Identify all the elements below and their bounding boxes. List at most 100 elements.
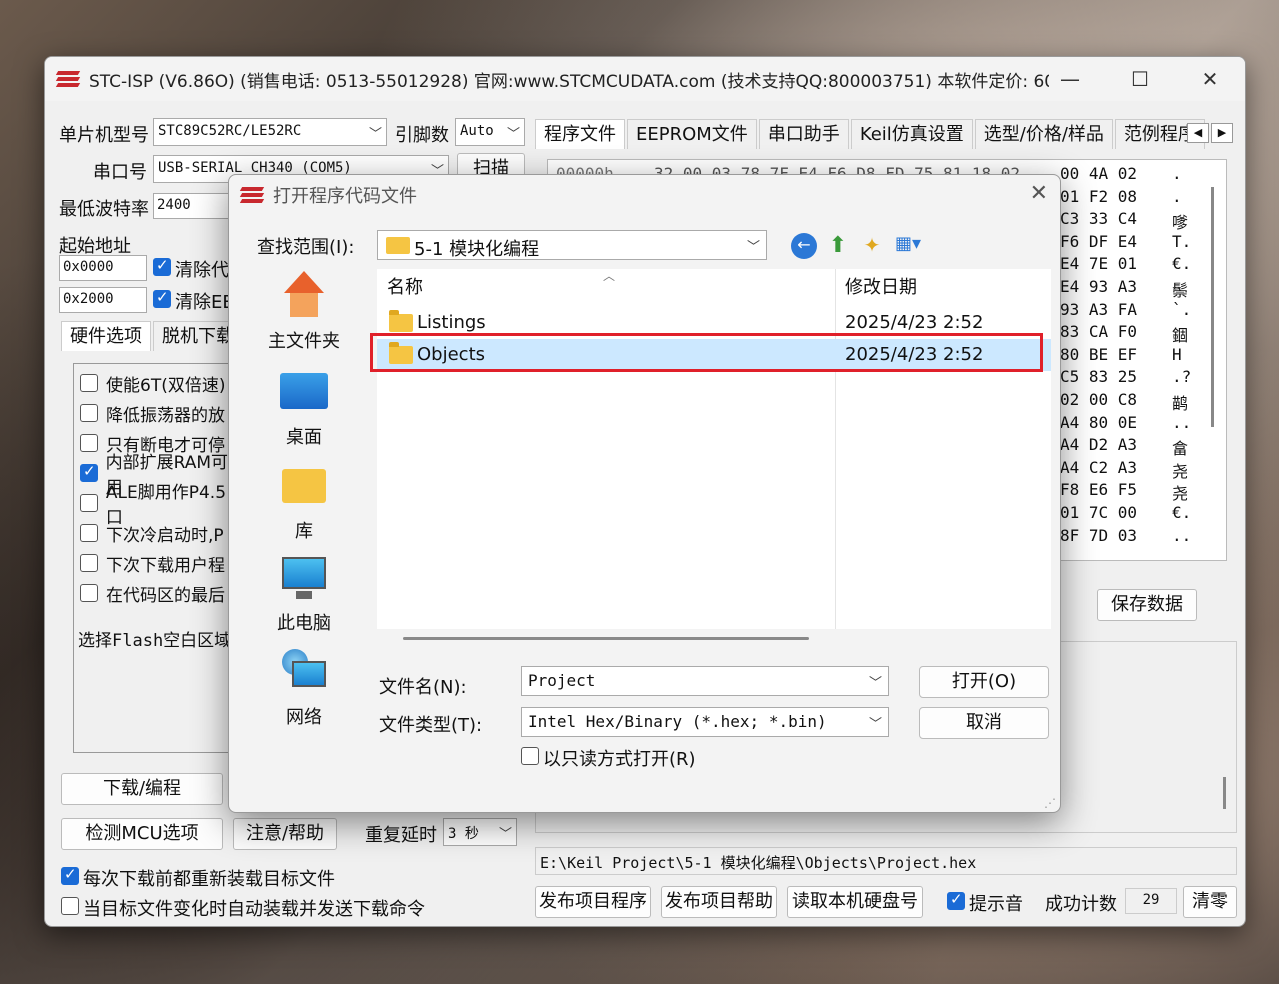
- hex-row-ascii: 鹋: [1172, 394, 1189, 413]
- option-label: 使能6T(双倍速): [106, 375, 226, 396]
- option-checkbox[interactable]: [80, 554, 98, 572]
- option-row[interactable]: 使能6T(双倍速): [80, 370, 225, 396]
- dialog-title: 打开程序代码文件: [273, 186, 417, 207]
- clear-code-checkbox[interactable]: [153, 256, 171, 276]
- clear-count-button[interactable]: 清零: [1183, 886, 1237, 918]
- pins-value: Auto: [460, 123, 494, 139]
- option-checkbox[interactable]: [80, 494, 98, 512]
- option-row[interactable]: 降低振荡器的放: [80, 400, 225, 426]
- filename-label: 文件名(N):: [379, 677, 467, 698]
- save-data-button[interactable]: 保存数据: [1097, 589, 1197, 621]
- hex-row-bytes: E4 7E 01: [1060, 254, 1138, 274]
- option-checkbox[interactable]: [80, 462, 98, 482]
- hex-row-bytes: A4 C2 A3: [1060, 457, 1138, 477]
- option-checkbox[interactable]: [80, 404, 98, 422]
- column-name[interactable]: 名称: [387, 269, 423, 307]
- look-in-select[interactable]: 5-1 模块化编程 ﹀: [377, 230, 767, 260]
- option-checkbox[interactable]: [80, 434, 98, 452]
- mcu-type-label: 单片机型号: [59, 125, 149, 146]
- hex-row-ascii: 尧: [1172, 484, 1189, 504]
- place-label: 此电脑: [277, 613, 331, 634]
- tab-selection-price[interactable]: 选型/价格/样品: [974, 119, 1113, 149]
- option-checkbox[interactable]: [80, 584, 98, 602]
- network-icon: [278, 647, 330, 699]
- place-this-pc[interactable]: 此电脑: [249, 553, 359, 635]
- option-label: 下次冷启动时,P: [106, 525, 224, 546]
- download-program-button[interactable]: 下载/编程: [61, 773, 223, 805]
- tab-scroll-left-icon[interactable]: ◀: [1187, 123, 1209, 143]
- tab-scroll-right-icon[interactable]: ▶: [1211, 123, 1233, 143]
- option-row[interactable]: ALE脚用作P4.5口: [80, 483, 242, 528]
- hex-row-ascii: ..: [1172, 525, 1192, 545]
- back-icon[interactable]: ←: [791, 233, 817, 259]
- tab-hardware-options[interactable]: 硬件选项: [61, 321, 151, 351]
- look-in-label: 查找范围(I):: [257, 237, 355, 258]
- folder-icon: [389, 310, 413, 332]
- place-network[interactable]: 网络: [249, 647, 359, 729]
- tab-keil-settings[interactable]: Keil仿真设置: [850, 119, 973, 149]
- repeat-delay-value: 3 秒: [448, 826, 479, 842]
- reload-each-checkbox[interactable]: [61, 865, 79, 885]
- close-icon[interactable]: ✕: [1175, 57, 1245, 101]
- option-checkbox[interactable]: [80, 524, 98, 542]
- place-desktop[interactable]: 桌面: [249, 367, 359, 449]
- open-button[interactable]: 打开(O): [919, 666, 1049, 698]
- hex-row-ascii: €.: [1172, 503, 1192, 522]
- stc-logo-icon: [55, 69, 81, 89]
- detect-mcu-button[interactable]: 检测MCU选项: [61, 818, 223, 850]
- notice-help-button[interactable]: 注意/帮助: [233, 818, 337, 850]
- chevron-down-icon: ﹀: [368, 127, 382, 142]
- stc-logo-icon: [239, 185, 265, 205]
- file-list-scrollbar[interactable]: [403, 637, 809, 640]
- option-row[interactable]: 在代码区的最后: [80, 580, 225, 606]
- maximize-icon[interactable]: ☐: [1105, 57, 1175, 101]
- repeat-delay-select[interactable]: 3 秒 ﹀: [443, 818, 517, 846]
- view-menu-icon[interactable]: ▦▾: [895, 233, 935, 259]
- hex-row-bytes: 8F 7D 03: [1060, 525, 1138, 545]
- publish-help-button[interactable]: 发布项目帮助: [661, 886, 777, 918]
- resize-grip-icon[interactable]: ⋰: [1044, 796, 1056, 810]
- filename-input[interactable]: Project ﹀: [521, 666, 889, 696]
- place-label: 桌面: [286, 427, 322, 448]
- tab-serial-assistant[interactable]: 串口助手: [758, 119, 849, 149]
- option-label: 在代码区的最后: [106, 585, 225, 606]
- tab-program-file[interactable]: 程序文件: [535, 119, 625, 149]
- close-icon[interactable]: ✕: [1030, 181, 1048, 206]
- start-addr-input-2[interactable]: 0x2000: [59, 287, 147, 313]
- chevron-down-icon: ﹀: [868, 717, 882, 732]
- clear-code-label: 清除代: [175, 260, 229, 281]
- file-list[interactable]: ︿ 名称 修改日期 Listings 2025/4/23 2:52 Object…: [377, 269, 1051, 629]
- filetype-select[interactable]: Intel Hex/Binary (*.hex; *.bin) ﹀: [521, 707, 889, 737]
- tab-eeprom-file[interactable]: EEPROM文件: [627, 119, 757, 149]
- start-addr-input-1[interactable]: 0x0000: [59, 255, 147, 281]
- up-folder-icon[interactable]: ⬆: [825, 233, 851, 259]
- beep-checkbox[interactable]: [947, 890, 965, 910]
- place-library[interactable]: 库: [249, 461, 359, 543]
- option-checkbox[interactable]: [80, 374, 98, 392]
- hex-row-ascii: 畣: [1172, 439, 1189, 459]
- chevron-down-icon: ﹀: [746, 240, 760, 255]
- auto-reload-checkbox[interactable]: [61, 897, 79, 915]
- minimize-icon[interactable]: —: [1035, 57, 1105, 101]
- hex-scrollbar[interactable]: [1211, 187, 1214, 427]
- flash-blank-label: 选择Flash空白区域: [78, 631, 232, 651]
- cancel-button[interactable]: 取消: [919, 707, 1049, 739]
- readonly-checkbox[interactable]: [521, 747, 539, 765]
- option-row[interactable]: 下次冷启动时,P: [80, 520, 224, 546]
- clear-ee-checkbox[interactable]: [153, 288, 171, 308]
- baud-label: 最低波特率: [59, 199, 149, 220]
- output-scrollbar[interactable]: [1223, 777, 1226, 809]
- place-home[interactable]: 主文件夹: [249, 271, 359, 353]
- column-date[interactable]: 修改日期: [845, 269, 917, 307]
- new-folder-icon[interactable]: ✦: [859, 233, 885, 259]
- baud-input[interactable]: 2400: [153, 193, 233, 219]
- read-disk-id-button[interactable]: 读取本机硬盘号: [787, 886, 923, 918]
- pins-select[interactable]: Auto ﹀: [455, 118, 525, 146]
- filetype-value: Intel Hex/Binary (*.hex; *.bin): [528, 712, 827, 731]
- publish-program-button[interactable]: 发布项目程序: [535, 886, 651, 918]
- option-row[interactable]: 下次下载用户程: [80, 550, 225, 576]
- mcu-type-select[interactable]: STC89C52RC/LE52RC ﹀: [153, 118, 387, 146]
- success-count-value: 29: [1125, 888, 1177, 914]
- computer-icon: [278, 553, 330, 605]
- file-date: 2025/4/23 2:52: [845, 312, 984, 333]
